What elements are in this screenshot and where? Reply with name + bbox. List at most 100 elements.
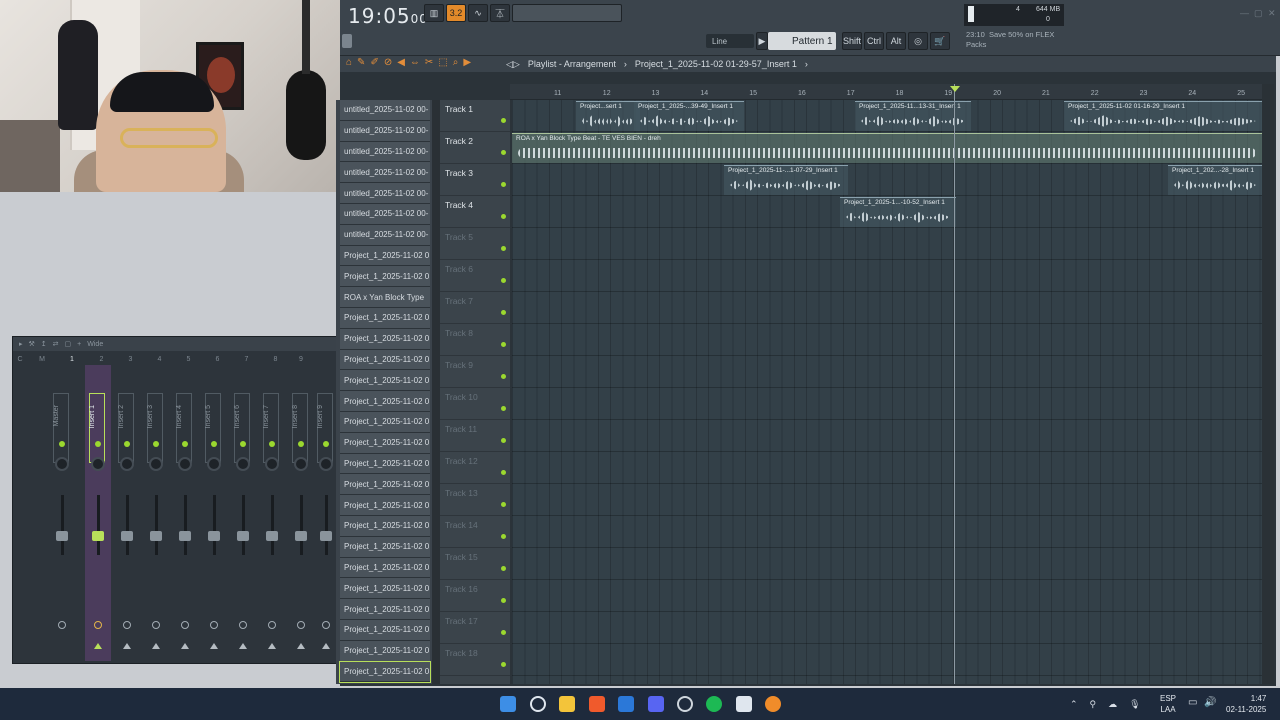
browser-item[interactable]: Project_1_2025-11-02 0 bbox=[340, 536, 430, 558]
shift-button[interactable]: Shift bbox=[842, 32, 862, 50]
mixer-route-dot[interactable] bbox=[210, 621, 218, 629]
mixer-route-arrow-icon[interactable] bbox=[210, 643, 218, 649]
mixer-strip-insert-7[interactable]: Insert 7 bbox=[259, 365, 285, 661]
mixer-pan-knob[interactable] bbox=[91, 457, 105, 471]
tray-volume-icon[interactable]: 🔊 bbox=[1204, 697, 1216, 708]
browser-item[interactable]: Project_1_2025-11-02 0 bbox=[340, 391, 430, 412]
track-mute-led[interactable] bbox=[501, 150, 506, 155]
fl-studio-icon[interactable] bbox=[765, 696, 781, 712]
browser-item[interactable]: Project_1_2025-11-02 0 bbox=[340, 307, 430, 329]
browser-item[interactable]: Project_1_2025-11-02 0 bbox=[340, 453, 430, 475]
mixer-route-dot[interactable] bbox=[181, 621, 189, 629]
mixer-fader[interactable] bbox=[121, 531, 133, 541]
mixer-pan-knob[interactable] bbox=[294, 457, 308, 471]
browser-item[interactable]: Project_1_2025-11-02 0 bbox=[339, 660, 431, 684]
mixer-fader[interactable] bbox=[320, 531, 332, 541]
track-mute-led[interactable] bbox=[501, 182, 506, 187]
track-mute-led[interactable] bbox=[501, 502, 506, 507]
mixer-fader[interactable] bbox=[150, 531, 162, 541]
browser-item[interactable]: untitled_2025-11-02 00- bbox=[340, 120, 430, 142]
track-mute-led[interactable] bbox=[501, 118, 506, 123]
track-mute-led[interactable] bbox=[501, 438, 506, 443]
mixer-route-dot[interactable] bbox=[94, 621, 102, 629]
mixer-route-arrow-icon[interactable] bbox=[181, 643, 189, 649]
close-icon[interactable]: ✕ bbox=[1268, 8, 1276, 19]
browser-item[interactable]: untitled_2025-11-02 00- bbox=[340, 162, 430, 184]
audio-clip[interactable]: Project_1_202...-28_Insert 1 bbox=[1168, 165, 1262, 195]
audio-clip[interactable]: Project_1_2025-...39-49_Insert 1 bbox=[634, 101, 744, 131]
browser-scrollbar[interactable] bbox=[432, 100, 440, 684]
browser-item[interactable]: Project_1_2025-11-02 0 bbox=[340, 619, 430, 641]
mixer-fader[interactable] bbox=[92, 531, 104, 541]
slip-icon[interactable]: ⇔ bbox=[410, 57, 420, 68]
ctrl-button[interactable]: Ctrl bbox=[864, 32, 884, 50]
playlist-arrow-icon[interactable]: ◁▷ bbox=[506, 59, 520, 70]
mixer-strip-insert-9[interactable]: Insert 9 bbox=[313, 365, 337, 661]
playhead-marker-icon[interactable] bbox=[950, 86, 960, 92]
obs-icon[interactable] bbox=[677, 696, 693, 712]
browser-item[interactable]: untitled_2025-11-02 00- bbox=[340, 141, 430, 163]
browser-item[interactable]: Project_1_2025-11-02 0 bbox=[340, 557, 430, 579]
tray-cloud-icon[interactable]: ☁ bbox=[1108, 699, 1117, 710]
track-mute-led[interactable] bbox=[501, 342, 506, 347]
clock[interactable]: 1:47 02-11-2025 bbox=[1226, 693, 1266, 715]
browser-item[interactable]: Project_1_2025-11-02 0 bbox=[340, 245, 430, 267]
file-explorer-icon[interactable] bbox=[559, 696, 575, 712]
track-header[interactable]: Track 6 bbox=[440, 260, 510, 292]
track-header[interactable]: Track 11 bbox=[440, 420, 510, 452]
mixer-led[interactable] bbox=[182, 441, 188, 447]
mixer-fader[interactable] bbox=[56, 531, 68, 541]
mixer-pan-knob[interactable] bbox=[55, 457, 69, 471]
browser-item[interactable]: Project_1_2025-11-02 0 bbox=[340, 266, 430, 288]
mixer-tool-icon[interactable]: ⚒ bbox=[29, 340, 35, 348]
alt-button[interactable]: Alt bbox=[886, 32, 906, 50]
track-header[interactable]: Track 8 bbox=[440, 324, 510, 356]
track-mute-led[interactable] bbox=[501, 534, 506, 539]
mixer-route-arrow-icon[interactable] bbox=[297, 643, 305, 649]
mixer-strip-insert-6[interactable]: Insert 6 bbox=[230, 365, 256, 661]
playlist-scrollbar[interactable] bbox=[1262, 84, 1274, 684]
discord-icon[interactable] bbox=[648, 696, 664, 712]
mute-icon[interactable]: ◀ bbox=[397, 57, 405, 68]
mixer-pan-knob[interactable] bbox=[207, 457, 221, 471]
mixer-led[interactable] bbox=[153, 441, 159, 447]
browser-item[interactable]: Project_1_2025-11-02 0 bbox=[340, 411, 430, 433]
play-icon[interactable]: ▶ bbox=[463, 57, 471, 68]
mixer-strip-insert-8[interactable]: Insert 8 bbox=[288, 365, 314, 661]
track-header[interactable]: Track 12 bbox=[440, 452, 510, 484]
zoom-icon[interactable]: ⌕ bbox=[453, 57, 459, 68]
mixer-route-dot[interactable] bbox=[322, 621, 330, 629]
track-header[interactable]: Track 15 bbox=[440, 548, 510, 580]
track-mute-led[interactable] bbox=[501, 630, 506, 635]
mixer-strip-insert-2[interactable]: Insert 2 bbox=[114, 365, 140, 661]
track-header[interactable]: Track 16 bbox=[440, 580, 510, 612]
browser-item[interactable]: Project_1_2025-11-02 0 bbox=[340, 599, 430, 620]
pattern-play-icon[interactable]: ▶ bbox=[756, 32, 768, 50]
mixer-led[interactable] bbox=[59, 441, 65, 447]
select-icon[interactable]: ⬚ bbox=[438, 57, 447, 68]
mixer-route-dot[interactable] bbox=[123, 621, 131, 629]
mixer-fader[interactable] bbox=[208, 531, 220, 541]
track-header[interactable]: Track 10 bbox=[440, 388, 510, 420]
mixer-fader[interactable] bbox=[237, 531, 249, 541]
mixer-led[interactable] bbox=[298, 441, 304, 447]
mixer-led[interactable] bbox=[211, 441, 217, 447]
song-time-display[interactable]: 19:0500 bbox=[348, 4, 428, 28]
mixer-width-label[interactable]: Wide bbox=[87, 341, 103, 348]
brave-icon[interactable] bbox=[589, 696, 605, 712]
browser-item[interactable]: Project_1_2025-11-02 0 bbox=[340, 474, 430, 496]
mixer-route-arrow-icon[interactable] bbox=[152, 643, 160, 649]
mixer-led[interactable] bbox=[240, 441, 246, 447]
mixer-route-dot[interactable] bbox=[239, 621, 247, 629]
mixer-led[interactable] bbox=[95, 441, 101, 447]
slice-icon[interactable]: ✂ bbox=[425, 57, 433, 68]
tray-mic-icon[interactable]: 🎙 bbox=[1129, 699, 1140, 710]
track-header[interactable]: Track 14 bbox=[440, 516, 510, 548]
magnet-icon[interactable]: ⌂ bbox=[346, 57, 352, 68]
track-mute-led[interactable] bbox=[501, 374, 506, 379]
track-header[interactable]: Track 5 bbox=[440, 228, 510, 260]
metronome-icon[interactable]: ⏄ bbox=[490, 4, 510, 22]
mixer-pan-knob[interactable] bbox=[120, 457, 134, 471]
mixer-route-arrow-icon[interactable] bbox=[94, 643, 102, 649]
tray-display-icon[interactable]: ▭ bbox=[1188, 697, 1197, 708]
